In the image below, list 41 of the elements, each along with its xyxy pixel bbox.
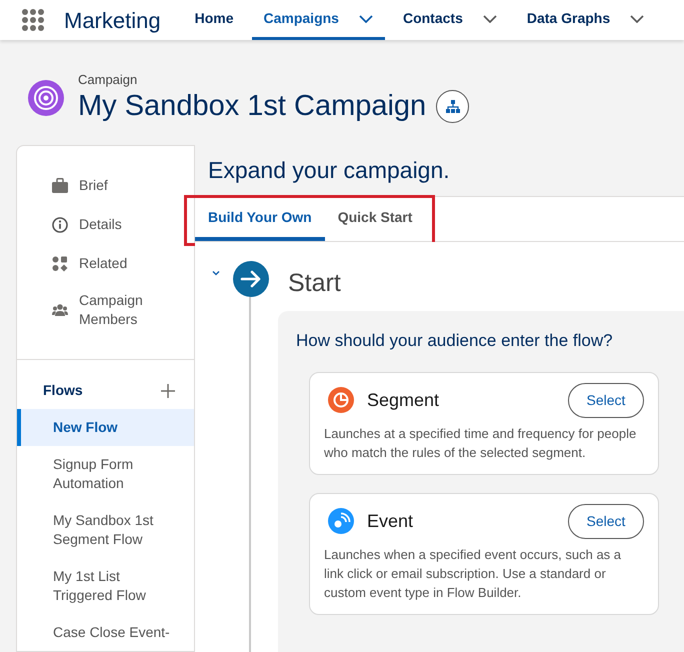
plus-icon [161, 384, 175, 398]
info-icon [52, 216, 68, 232]
nav-tab[interactable]: Data Graphs [514, 0, 656, 40]
question-text: How should your audience enter the flow? [296, 330, 614, 352]
record-title: My Sandbox 1st Campaign [78, 89, 426, 124]
option-title: Segment [367, 388, 440, 412]
hierarchy-icon [446, 100, 460, 112]
expand-toggle[interactable] [211, 268, 221, 278]
flow-item[interactable]: Signup Form Automation [17, 446, 194, 502]
flow-item[interactable]: My 1st List Triggered Flow [17, 558, 194, 614]
sidebar-item[interactable]: Details [17, 205, 194, 244]
pie-chart-icon [328, 387, 354, 413]
option-title: Event [367, 510, 414, 532]
record-type: Campaign [78, 72, 138, 88]
option-description: Launches at a specified time and frequency for people who match the rules of the selected segment. [324, 424, 638, 462]
chevron-down-icon [212, 269, 220, 277]
nav-tab[interactable]: Campaigns [252, 0, 385, 40]
target-icon [28, 80, 64, 116]
add-button[interactable] [160, 382, 176, 398]
sidebar-item[interactable]: Brief [17, 166, 194, 205]
flow-item[interactable]: Case Close Event- [17, 614, 194, 651]
app-name: Marketing [64, 6, 161, 35]
signal-icon [328, 508, 354, 534]
people-icon [52, 302, 68, 318]
select-button[interactable]: Select [568, 382, 644, 418]
step-title: Start [288, 269, 342, 297]
section-heading: Flows [43, 381, 83, 400]
app-launcher-icon[interactable] [22, 9, 44, 31]
option-description: Launches when a specified event occurs, such as a link click or email subscription. Use a standard or custom event type in Flow Builder. [324, 546, 622, 602]
sidebar-item[interactable]: Campaign Members [17, 283, 194, 337]
briefcase-icon [52, 178, 68, 194]
shapes-icon [52, 256, 68, 272]
hierarchy-button[interactable] [436, 90, 470, 122]
arrow-circle-icon [233, 261, 269, 297]
tab[interactable]: Quick Start [324, 197, 426, 241]
sidebar-item[interactable]: Related [17, 244, 194, 283]
nav-tab[interactable]: Contacts [390, 0, 509, 40]
nav-tab[interactable]: Home [182, 0, 246, 40]
flow-item[interactable]: New Flow [17, 409, 194, 446]
select-button[interactable]: Select [568, 504, 644, 538]
flow-item[interactable]: My Sandbox 1st Segment Flow [17, 502, 194, 558]
